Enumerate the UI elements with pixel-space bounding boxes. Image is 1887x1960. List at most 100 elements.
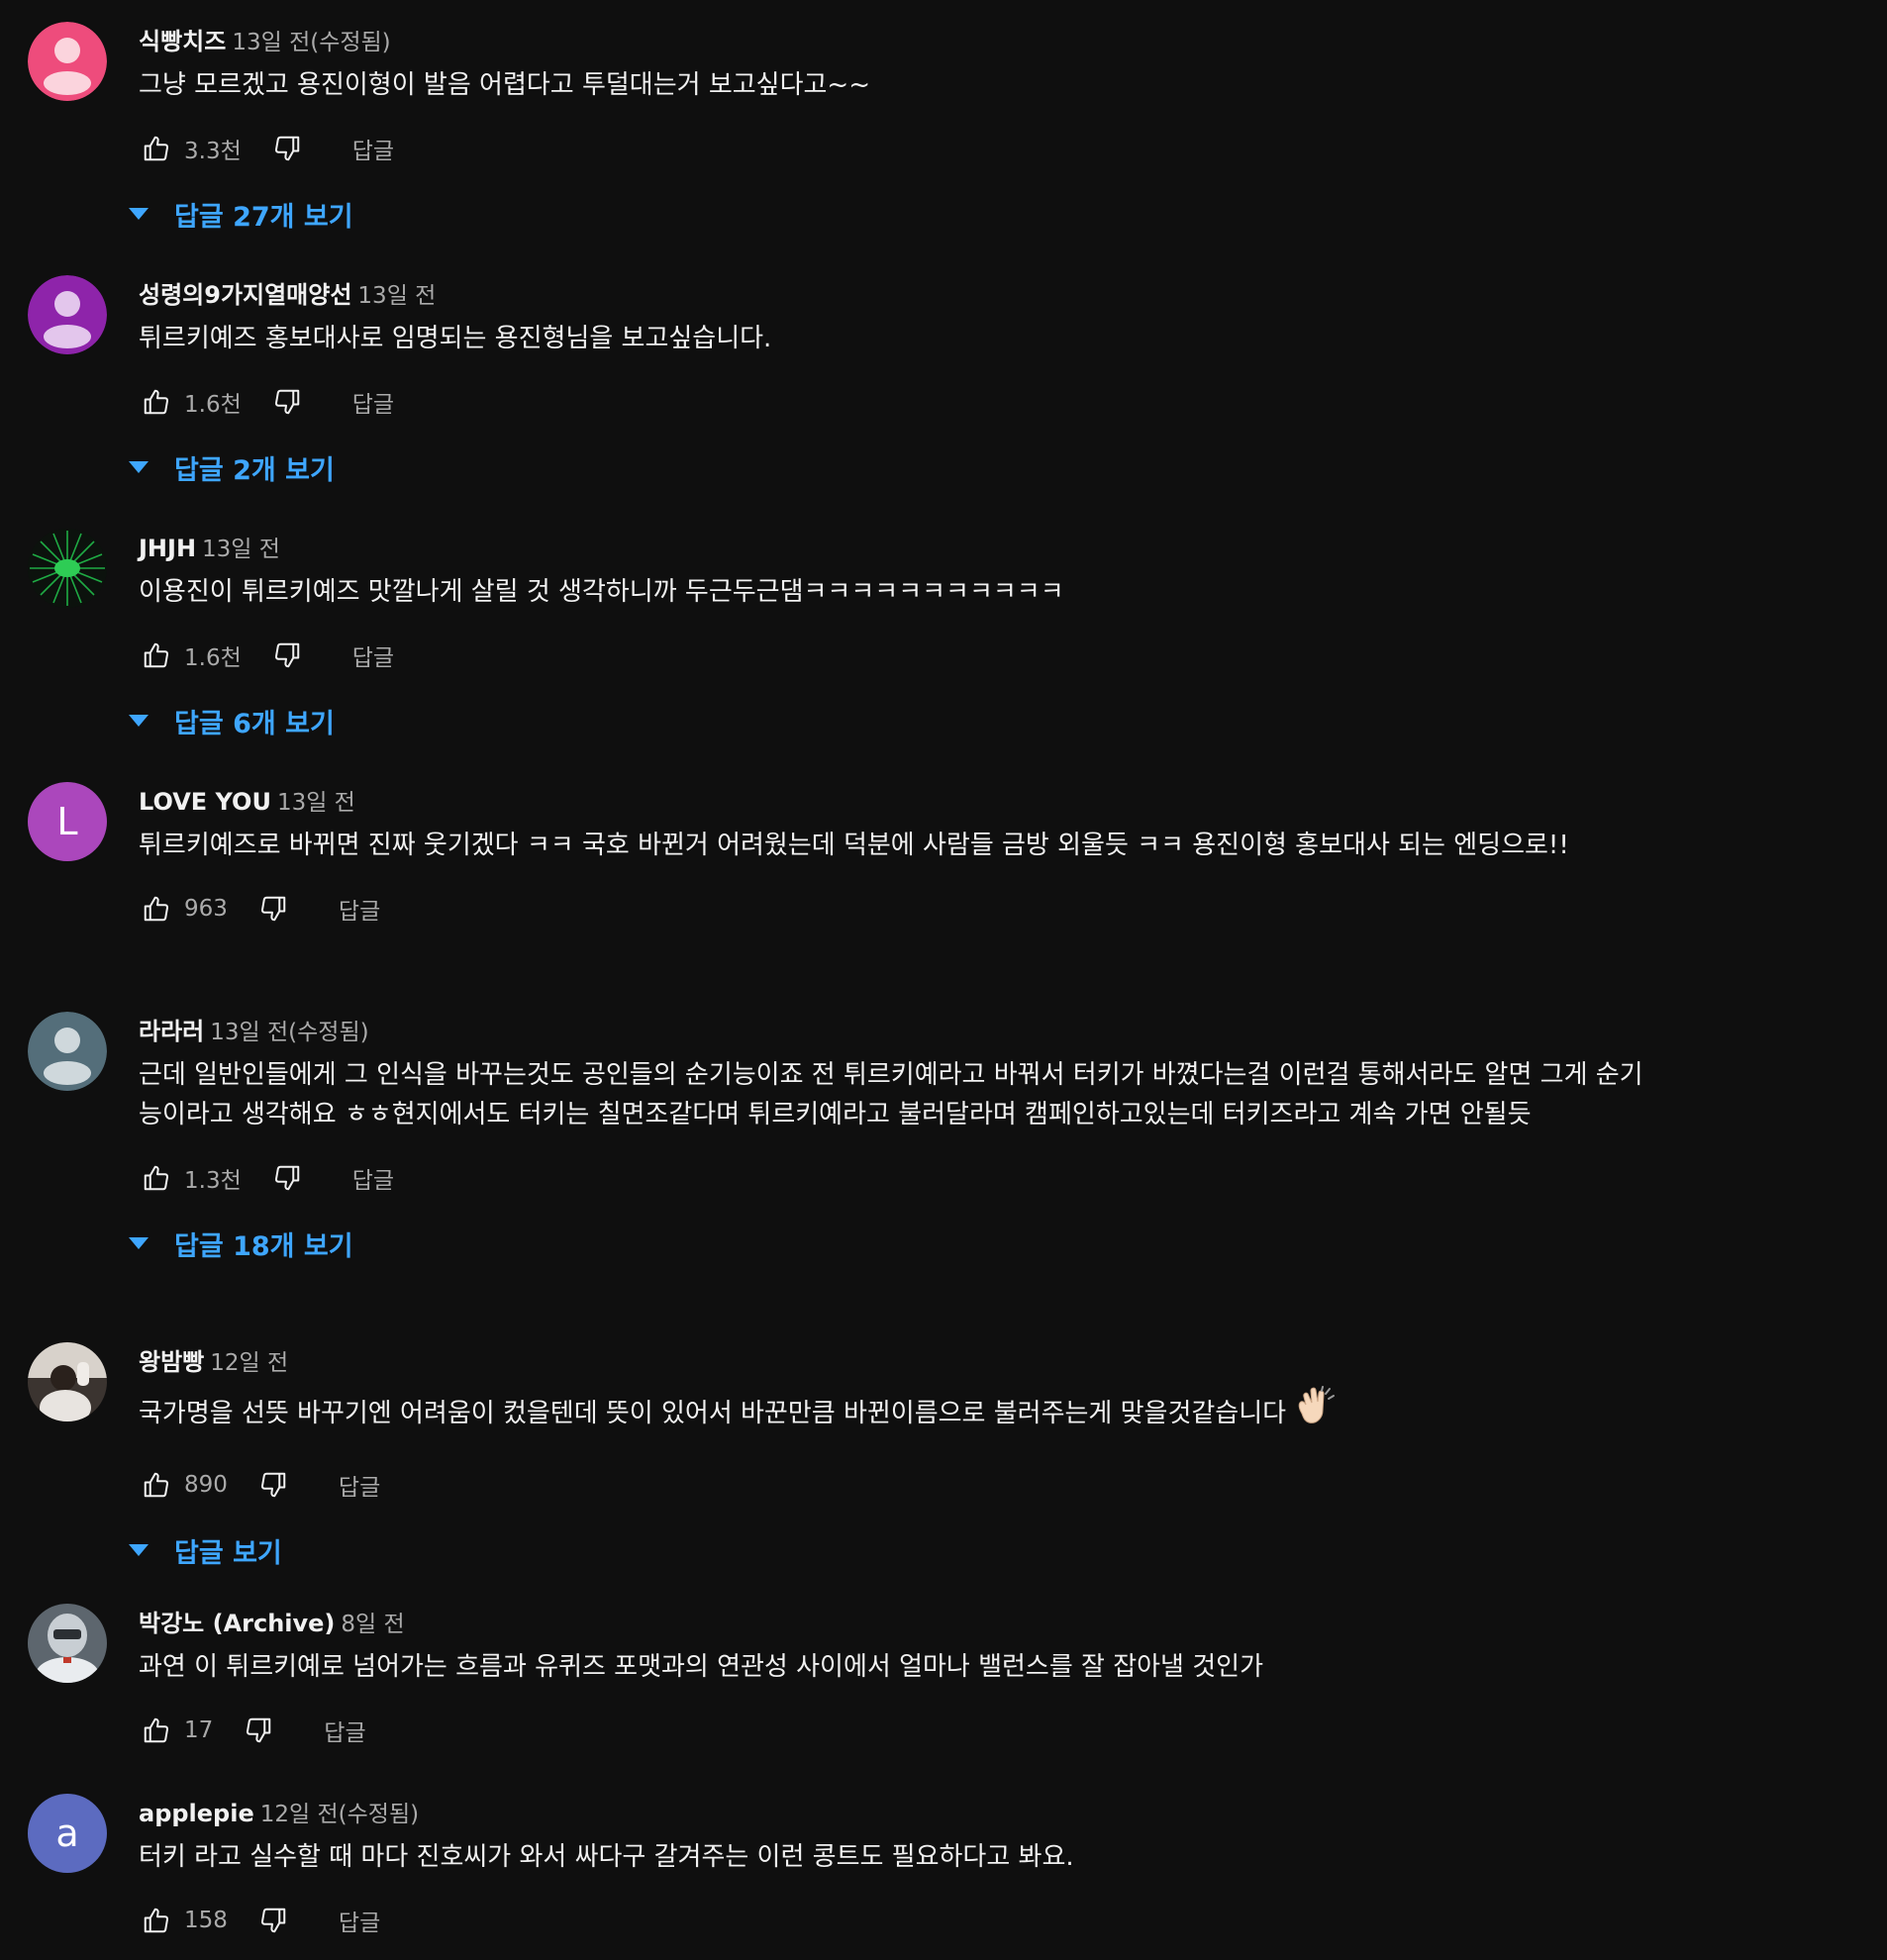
dislike-button[interactable]: [269, 1160, 305, 1196]
view-replies-button[interactable]: 답글 27개 보기: [129, 184, 1643, 244]
like-button[interactable]: [139, 1160, 174, 1196]
avatar[interactable]: [28, 22, 107, 101]
view-replies-button[interactable]: 답글 18개 보기: [129, 1214, 1643, 1273]
like-count: 1.3천: [184, 1168, 242, 1194]
comment-author[interactable]: JHJH: [139, 535, 196, 562]
caret-down-icon: [129, 461, 149, 473]
caret-down-icon: [129, 1544, 149, 1556]
comment-text: 이용진이 튀르키예즈 맛깔나게 살릴 것 생각하니까 두근두근댐ㅋㅋㅋㅋㅋㅋㅋㅋ…: [139, 577, 1064, 607]
like-count: 158: [184, 1908, 228, 1933]
like-button[interactable]: [139, 1467, 174, 1503]
like-button[interactable]: [139, 384, 174, 420]
dislike-button[interactable]: [255, 1467, 291, 1503]
default-person-icon: [28, 1012, 107, 1091]
green-burst-image: [28, 529, 107, 608]
default-person-icon: [28, 22, 107, 101]
avatar[interactable]: L: [28, 782, 107, 861]
like-button[interactable]: [139, 891, 174, 927]
avatar[interactable]: a: [28, 1794, 107, 1873]
thumbs-up-icon: [144, 896, 169, 922]
like-button[interactable]: [139, 637, 174, 673]
dislike-button[interactable]: [241, 1713, 276, 1748]
thumbs-down-icon: [260, 896, 286, 922]
comment-text: 국가명을 선뜻 바꾸기엔 어려움이 컸을텐데 뜻이 있어서 바꾼만큼 바뀐이름으…: [139, 1386, 1643, 1441]
view-replies-label: 답글 보기: [174, 1537, 282, 1569]
like-button[interactable]: [139, 1713, 174, 1748]
comment-text: 과연 이 튀르키예로 넘어가는 흐름과 유퀴즈 포맷과의 연관성 사이에서 얼마…: [139, 1652, 1264, 1682]
comment-text: 튀르키예즈로 바뀌면 진짜 웃기겠다 ㅋㅋ 국호 바뀐거 어려웠는데 덕분에 사…: [139, 831, 1569, 860]
comment-text: 튀르키예즈 홍보대사로 임명되는 용진형님을 보고싶습니다.: [139, 324, 772, 353]
comment-timestamp[interactable]: 13일 전: [357, 283, 436, 309]
dislike-button[interactable]: [255, 891, 291, 927]
dislike-button[interactable]: [269, 384, 305, 420]
comment-timestamp[interactable]: 13일 전: [202, 537, 280, 562]
reply-button[interactable]: 답글: [339, 1904, 380, 1937]
comment-author[interactable]: applepie: [139, 1800, 254, 1827]
reply-button[interactable]: 답글: [352, 385, 394, 419]
like-count: 963: [184, 896, 228, 922]
comment-timestamp[interactable]: 12일 전: [210, 1350, 288, 1376]
comment-timestamp[interactable]: 13일 전(수정됨): [232, 30, 390, 55]
like-count: 3.3천: [184, 139, 242, 164]
comment-author[interactable]: LOVE YOU: [139, 788, 271, 816]
comment-text: 근데 일반인들에게 그 인식을 바꾸는것도 공인들의 순기능이죠 전 튀르키예라…: [139, 1060, 1643, 1129]
avatar[interactable]: [28, 275, 107, 354]
dislike-button[interactable]: [269, 637, 305, 673]
view-replies-label: 답글 6개 보기: [174, 708, 335, 739]
thumbs-down-icon: [260, 1908, 286, 1933]
avatar-letter: a: [55, 1812, 79, 1855]
thumbs-up-icon: [144, 1165, 169, 1191]
reply-button[interactable]: 답글: [339, 1468, 380, 1502]
like-count: 17: [184, 1717, 214, 1743]
reply-button[interactable]: 답글: [352, 638, 394, 672]
comments-section: 식빵치즈 13일 전(수정됨) 그냥 모르겠고 용진이형이 발음 어렵다고 투덜대…: [0, 0, 1887, 1960]
reply-button[interactable]: 답글: [352, 1161, 394, 1195]
thumbs-up-icon: [144, 1908, 169, 1933]
view-replies-label: 답글 2개 보기: [174, 454, 335, 486]
reply-button[interactable]: 답글: [339, 892, 380, 926]
comment-author[interactable]: 성령의9가지열매양선: [139, 281, 351, 309]
avatar-letter: L: [56, 800, 78, 843]
thumbs-down-icon: [274, 642, 299, 668]
thumbs-up-icon: [144, 642, 169, 668]
view-replies-button[interactable]: 답글 보기: [129, 1520, 1643, 1580]
thumbs-down-icon: [247, 1717, 271, 1743]
view-replies-button[interactable]: 답글 2개 보기: [129, 438, 1643, 497]
avatar[interactable]: [28, 1012, 107, 1091]
default-person-icon: [28, 275, 107, 354]
comment-author[interactable]: 박강노 (Archive): [139, 1610, 335, 1637]
like-button[interactable]: [139, 1903, 174, 1938]
comment-timestamp[interactable]: 13일 전: [277, 790, 355, 816]
view-replies-button[interactable]: 답글 6개 보기: [129, 691, 1643, 750]
like-count: 1.6천: [184, 645, 242, 671]
thumbs-down-icon: [260, 1472, 286, 1498]
comment-author[interactable]: 라라러: [139, 1018, 204, 1045]
view-replies-label: 답글 27개 보기: [174, 201, 353, 233]
comment-text-content: 국가명을 선뜻 바꾸기엔 어려움이 컸을텐데 뜻이 있어서 바꾼만큼 바뀐이름으…: [139, 1399, 1287, 1428]
avatar[interactable]: [28, 1604, 107, 1683]
dislike-button[interactable]: [255, 1903, 291, 1938]
photo-person-image: [28, 1342, 107, 1421]
reply-button[interactable]: 답글: [324, 1714, 365, 1747]
thumbs-up-icon: [144, 1717, 169, 1743]
reply-button[interactable]: 답글: [352, 132, 394, 165]
thumbs-up-icon: [144, 389, 169, 415]
dislike-button[interactable]: [269, 131, 305, 166]
comment-author[interactable]: 식빵치즈: [139, 28, 226, 55]
thumbs-up-icon: [144, 1472, 169, 1498]
like-button[interactable]: [139, 131, 174, 166]
comment-text: 터키 라고 실수할 때 마다 진호씨가 와서 싸다구 갈겨주는 이런 콩트도 필…: [139, 1842, 1074, 1872]
clapping-hands-icon: [1292, 1386, 1336, 1441]
comment-timestamp[interactable]: 13일 전(수정됨): [210, 1020, 368, 1045]
comment-text: 그냥 모르겠고 용진이형이 발음 어렵다고 투덜대는거 보고싶다고~~: [139, 70, 870, 100]
thumbs-down-icon: [274, 1165, 299, 1191]
avatar[interactable]: [28, 1342, 107, 1421]
caret-down-icon: [129, 1237, 149, 1249]
caret-down-icon: [129, 208, 149, 220]
thumbs-up-icon: [144, 136, 169, 161]
comment-timestamp[interactable]: 12일 전(수정됨): [260, 1802, 419, 1827]
comment-author[interactable]: 왕밤빵: [139, 1348, 204, 1376]
comment-timestamp[interactable]: 8일 전: [341, 1612, 404, 1637]
like-count: 1.6천: [184, 392, 242, 418]
avatar[interactable]: [28, 529, 107, 608]
